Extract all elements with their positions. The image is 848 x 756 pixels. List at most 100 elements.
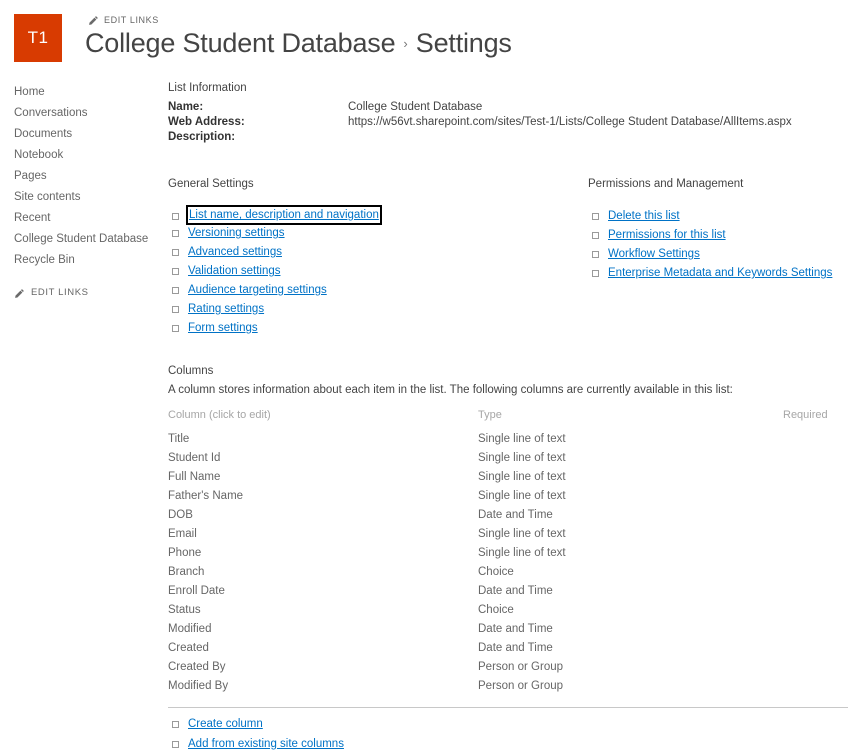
sidebar-edit-links-label: EDIT LINKS: [31, 287, 89, 298]
permissions-item-workflow: Workflow Settings: [588, 246, 848, 262]
table-row: Full Name Single line of text: [168, 468, 848, 487]
column-name-cell[interactable]: Father's Name: [168, 487, 478, 506]
breadcrumb-separator-icon: ›: [403, 36, 408, 51]
column-name-cell[interactable]: Status: [168, 601, 478, 620]
link-list-name-description-and-navigation[interactable]: List name, description and navigation: [186, 205, 382, 225]
column-required-cell: [783, 601, 848, 620]
permissions-and-management-heading: Permissions and Management: [588, 178, 744, 190]
column-type-cell: Single line of text: [478, 528, 566, 540]
site-logo-tile[interactable]: T1: [14, 14, 62, 62]
general-settings-item-versioning: Versioning settings: [168, 225, 588, 241]
link-delete-this-list[interactable]: Delete this list: [608, 208, 680, 224]
top-edit-links-label: EDIT LINKS: [104, 14, 159, 25]
table-row: Created Date and Time: [168, 639, 848, 658]
link-advanced-settings[interactable]: Advanced settings: [188, 244, 282, 260]
link-form-settings[interactable]: Form settings: [188, 320, 258, 336]
column-required-cell: [783, 658, 848, 677]
pencil-icon: [88, 15, 99, 26]
column-type-cell: Single line of text: [478, 547, 566, 559]
columns-action-item-add-existing: Add from existing site columns: [168, 736, 848, 752]
general-settings-heading: General Settings: [168, 178, 254, 190]
top-edit-links-button[interactable]: EDIT LINKS: [88, 14, 159, 25]
sidebar-item-home[interactable]: Home: [14, 82, 164, 102]
column-type-cell: Person or Group: [478, 680, 564, 692]
table-row: DOB Date and Time: [168, 506, 848, 525]
general-settings-item-validation: Validation settings: [168, 263, 588, 279]
list-information-heading: List Information: [168, 82, 247, 94]
column-name-cell[interactable]: Email: [168, 525, 478, 544]
main-content: List Information Name: College Student D…: [168, 82, 848, 756]
link-validation-settings[interactable]: Validation settings: [188, 263, 280, 279]
permissions-item-permissions: Permissions for this list: [588, 227, 848, 243]
list-info-label-web-address: Web Address:: [168, 116, 245, 128]
settings-columns: General Settings List name, description …: [168, 178, 848, 339]
bullet-square-icon: [592, 213, 599, 220]
link-audience-targeting-settings[interactable]: Audience targeting settings: [188, 282, 327, 298]
bullet-square-icon: [172, 213, 179, 220]
sidebar-item-site-contents[interactable]: Site contents: [14, 187, 164, 207]
column-required-cell: [783, 639, 848, 658]
column-required-cell: [783, 487, 848, 506]
sidebar-item-recycle-bin[interactable]: Recycle Bin: [14, 250, 164, 270]
column-name-cell[interactable]: Created By: [168, 658, 478, 677]
columns-divider: [168, 707, 848, 708]
link-permissions-for-this-list[interactable]: Permissions for this list: [608, 227, 726, 243]
column-name-cell[interactable]: Student Id: [168, 449, 478, 468]
bullet-square-icon: [172, 268, 179, 275]
link-enterprise-metadata-and-keywords-settings[interactable]: Enterprise Metadata and Keywords Setting…: [608, 265, 832, 281]
sidebar-item-conversations[interactable]: Conversations: [14, 103, 164, 123]
list-info-row-name: Name: College Student Database: [168, 101, 792, 116]
column-name-cell[interactable]: Enroll Date: [168, 582, 478, 601]
site-title-link[interactable]: College Student Database: [85, 28, 396, 59]
sidebar-item-pages[interactable]: Pages: [14, 166, 164, 186]
link-create-column[interactable]: Create column: [188, 716, 263, 732]
sidebar-edit-links-button[interactable]: EDIT LINKS: [14, 287, 164, 298]
list-info-row-web-address: Web Address: https://w56vt.sharepoint.co…: [168, 116, 792, 131]
column-name-cell[interactable]: Full Name: [168, 468, 478, 487]
breadcrumb: College Student Database › Settings: [85, 28, 512, 59]
sidebar-navigation: Home Conversations Documents Notebook Pa…: [14, 82, 164, 298]
column-type-cell: Single line of text: [478, 452, 566, 464]
general-settings-item-form: Form settings: [168, 320, 588, 336]
list-information-section: List Information Name: College Student D…: [168, 82, 848, 146]
table-row: Modified Date and Time: [168, 620, 848, 639]
sidebar-item-notebook[interactable]: Notebook: [14, 145, 164, 165]
column-name-cell[interactable]: Phone: [168, 544, 478, 563]
column-name-cell[interactable]: Modified: [168, 620, 478, 639]
column-required-cell: [783, 468, 848, 487]
permissions-link-list: Delete this list Permissions for this li…: [588, 208, 848, 281]
list-info-label-description: Description:: [168, 131, 236, 143]
link-rating-settings[interactable]: Rating settings: [188, 301, 264, 317]
link-versioning-settings[interactable]: Versioning settings: [188, 225, 285, 241]
sidebar-item-college-student-database[interactable]: College Student Database: [14, 229, 164, 249]
sidebar-item-recent[interactable]: Recent: [14, 208, 164, 228]
column-type-cell: Single line of text: [478, 471, 566, 483]
link-add-from-existing-site-columns[interactable]: Add from existing site columns: [188, 736, 344, 752]
column-name-cell[interactable]: Created: [168, 639, 478, 658]
general-settings-item-rating: Rating settings: [168, 301, 588, 317]
column-required-cell: [783, 449, 848, 468]
column-name-cell[interactable]: Branch: [168, 563, 478, 582]
column-name-cell[interactable]: Title: [168, 430, 478, 449]
table-row: Father's Name Single line of text: [168, 487, 848, 506]
list-info-label-name: Name:: [168, 101, 204, 113]
columns-action-item-create-column: Create column: [168, 716, 848, 732]
column-type-cell: Date and Time: [478, 585, 553, 597]
table-row: Branch Choice: [168, 563, 848, 582]
link-workflow-settings[interactable]: Workflow Settings: [608, 246, 700, 262]
bullet-square-icon: [172, 287, 179, 294]
table-row: Phone Single line of text: [168, 544, 848, 563]
column-name-cell[interactable]: DOB: [168, 506, 478, 525]
column-required-cell: [783, 544, 848, 563]
columns-table-header-row: Column (click to edit) Type Required: [168, 409, 848, 430]
bullet-square-icon: [592, 270, 599, 277]
column-required-cell: [783, 525, 848, 544]
general-settings-link-list: List name, description and navigation Ve…: [168, 205, 588, 336]
column-name-cell[interactable]: Modified By: [168, 677, 478, 696]
table-row: Title Single line of text: [168, 430, 848, 449]
column-required-cell: [783, 677, 848, 696]
column-required-cell: [783, 563, 848, 582]
column-required-cell: [783, 620, 848, 639]
sidebar-item-documents[interactable]: Documents: [14, 124, 164, 144]
page-title: Settings: [415, 28, 512, 58]
